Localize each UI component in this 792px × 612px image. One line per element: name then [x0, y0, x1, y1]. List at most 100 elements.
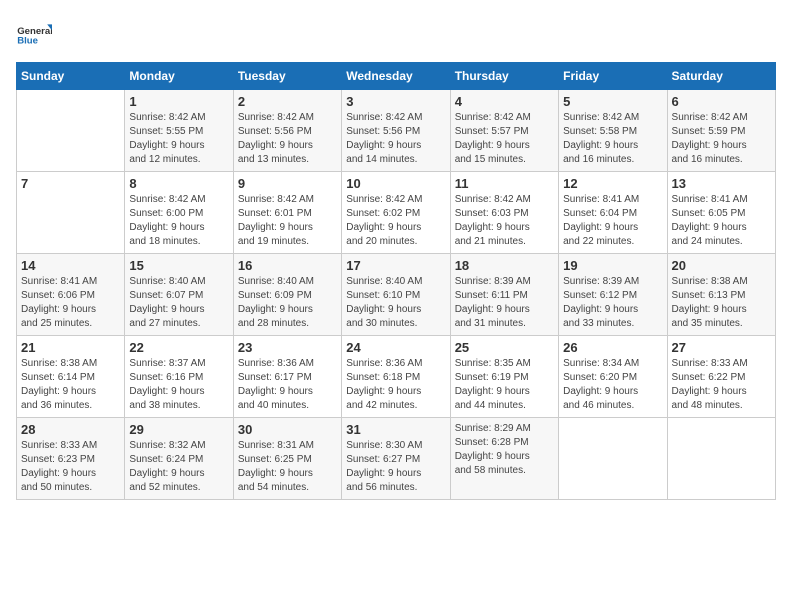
day-info: Sunrise: 8:38 AMSunset: 6:14 PMDaylight:… — [21, 357, 120, 413]
calendar-cell: 11 Sunrise: 8:42 AMSunset: 6:03 PMDayligh… — [450, 172, 558, 254]
day-header-friday: Friday — [559, 63, 667, 90]
day-number: 8 — [129, 176, 228, 191]
day-info: Sunrise: 8:42 AMSunset: 5:55 PMDaylight:… — [129, 111, 228, 167]
calendar-cell: 12 Sunrise: 8:41 AMSunset: 6:04 PMDayligh… — [559, 172, 667, 254]
calendar-body: 1 Sunrise: 8:42 AMSunset: 5:55 PMDaylight… — [17, 90, 776, 500]
calendar-cell: 13 Sunrise: 8:41 AMSunset: 6:05 PMDayligh… — [667, 172, 775, 254]
day-info: Sunrise: 8:42 AMSunset: 6:02 PMDaylight:… — [346, 193, 445, 249]
day-number: 9 — [238, 176, 337, 191]
day-info: Sunrise: 8:42 AMSunset: 6:01 PMDaylight:… — [238, 193, 337, 249]
day-number: 18 — [455, 258, 554, 273]
day-info: Sunrise: 8:36 AMSunset: 6:18 PMDaylight:… — [346, 357, 445, 413]
calendar-cell: 30 Sunrise: 8:31 AMSunset: 6:25 PMDayligh… — [233, 418, 341, 500]
calendar-cell: 5 Sunrise: 8:42 AMSunset: 5:58 PMDaylight… — [559, 90, 667, 172]
day-number: 22 — [129, 340, 228, 355]
day-info: Sunrise: 8:40 AMSunset: 6:07 PMDaylight:… — [129, 275, 228, 331]
calendar-cell: 1 Sunrise: 8:42 AMSunset: 5:55 PMDaylight… — [125, 90, 233, 172]
day-number: 13 — [672, 176, 771, 191]
calendar-cell: 26Sunrise: 8:34 AMSunset: 6:20 PMDayligh… — [559, 336, 667, 418]
day-number: 21 — [21, 340, 120, 355]
calendar-cell: 9 Sunrise: 8:42 AMSunset: 6:01 PMDaylight… — [233, 172, 341, 254]
calendar-cell: 15 Sunrise: 8:40 AMSunset: 6:07 PMDayligh… — [125, 254, 233, 336]
calendar-cell: Sunrise: 8:29 AMSunset: 6:28 PMDaylight:… — [450, 418, 558, 500]
day-number: 5 — [563, 94, 662, 109]
calendar-header-row: SundayMondayTuesdayWednesdayThursdayFrid… — [17, 63, 776, 90]
page-header: General Blue — [16, 16, 776, 52]
day-header-thursday: Thursday — [450, 63, 558, 90]
calendar-cell: 31 Sunrise: 8:30 AMSunset: 6:27 PMDayligh… — [342, 418, 450, 500]
day-header-tuesday: Tuesday — [233, 63, 341, 90]
day-number: 1 — [129, 94, 228, 109]
day-number: 19 — [563, 258, 662, 273]
day-info: Sunrise: 8:30 AMSunset: 6:27 PMDaylight:… — [346, 439, 445, 495]
calendar-week-1: 1 Sunrise: 8:42 AMSunset: 5:55 PMDaylight… — [17, 90, 776, 172]
calendar-table: SundayMondayTuesdayWednesdayThursdayFrid… — [16, 62, 776, 500]
day-header-saturday: Saturday — [667, 63, 775, 90]
calendar-cell: 23Sunrise: 8:36 AMSunset: 6:17 PMDayligh… — [233, 336, 341, 418]
calendar-cell: 8 Sunrise: 8:42 AMSunset: 6:00 PMDaylight… — [125, 172, 233, 254]
day-info: Sunrise: 8:29 AMSunset: 6:28 PMDaylight:… — [455, 422, 554, 478]
calendar-cell: 27 Sunrise: 8:33 AMSunset: 6:22 PMDayligh… — [667, 336, 775, 418]
day-number: 6 — [672, 94, 771, 109]
day-info: Sunrise: 8:39 AMSunset: 6:12 PMDaylight:… — [563, 275, 662, 331]
day-number: 15 — [129, 258, 228, 273]
day-info: Sunrise: 8:42 AMSunset: 5:59 PMDaylight:… — [672, 111, 771, 167]
day-info: Sunrise: 8:41 AMSunset: 6:05 PMDaylight:… — [672, 193, 771, 249]
day-number: 24 — [346, 340, 445, 355]
calendar-cell — [667, 418, 775, 500]
day-info: Sunrise: 8:42 AMSunset: 5:58 PMDaylight:… — [563, 111, 662, 167]
day-number: 20 — [672, 258, 771, 273]
day-info: Sunrise: 8:35 AMSunset: 6:19 PMDaylight:… — [455, 357, 554, 413]
day-number: 3 — [346, 94, 445, 109]
day-info: Sunrise: 8:42 AMSunset: 6:03 PMDaylight:… — [455, 193, 554, 249]
calendar-cell: 21 Sunrise: 8:38 AMSunset: 6:14 PMDayligh… — [17, 336, 125, 418]
day-info: Sunrise: 8:39 AMSunset: 6:11 PMDaylight:… — [455, 275, 554, 331]
day-number: 14 — [21, 258, 120, 273]
calendar-cell: 16 Sunrise: 8:40 AMSunset: 6:09 PMDayligh… — [233, 254, 341, 336]
day-number: 25 — [455, 340, 554, 355]
day-number: 23 — [238, 340, 337, 355]
day-info: Sunrise: 8:33 AMSunset: 6:22 PMDaylight:… — [672, 357, 771, 413]
day-number: 4 — [455, 94, 554, 109]
logo: General Blue — [16, 16, 52, 52]
calendar-cell: 24 Sunrise: 8:36 AMSunset: 6:18 PMDayligh… — [342, 336, 450, 418]
day-info: Sunrise: 8:42 AMSunset: 6:00 PMDaylight:… — [129, 193, 228, 249]
calendar-cell: 14 Sunrise: 8:41 AMSunset: 6:06 PMDayligh… — [17, 254, 125, 336]
calendar-cell: 17Sunrise: 8:40 AMSunset: 6:10 PMDayligh… — [342, 254, 450, 336]
day-number: 12 — [563, 176, 662, 191]
calendar-cell: 22Sunrise: 8:37 AMSunset: 6:16 PMDayligh… — [125, 336, 233, 418]
day-number: 11 — [455, 176, 554, 191]
day-info: Sunrise: 8:41 AMSunset: 6:06 PMDaylight:… — [21, 275, 120, 331]
day-info: Sunrise: 8:41 AMSunset: 6:04 PMDaylight:… — [563, 193, 662, 249]
day-number: 30 — [238, 422, 337, 437]
day-info: Sunrise: 8:42 AMSunset: 5:56 PMDaylight:… — [238, 111, 337, 167]
calendar-cell: 20 Sunrise: 8:38 AMSunset: 6:13 PMDayligh… — [667, 254, 775, 336]
day-header-wednesday: Wednesday — [342, 63, 450, 90]
calendar-week-3: 14 Sunrise: 8:41 AMSunset: 6:06 PMDayligh… — [17, 254, 776, 336]
day-number: 27 — [672, 340, 771, 355]
day-number: 7 — [21, 176, 120, 191]
calendar-cell — [17, 90, 125, 172]
day-number: 28 — [21, 422, 120, 437]
day-info: Sunrise: 8:33 AMSunset: 6:23 PMDaylight:… — [21, 439, 120, 495]
calendar-week-2: 78 Sunrise: 8:42 AMSunset: 6:00 PMDayligh… — [17, 172, 776, 254]
day-info: Sunrise: 8:42 AMSunset: 5:57 PMDaylight:… — [455, 111, 554, 167]
day-number: 17 — [346, 258, 445, 273]
calendar-cell: 19 Sunrise: 8:39 AMSunset: 6:12 PMDayligh… — [559, 254, 667, 336]
calendar-week-4: 21 Sunrise: 8:38 AMSunset: 6:14 PMDayligh… — [17, 336, 776, 418]
day-info: Sunrise: 8:40 AMSunset: 6:09 PMDaylight:… — [238, 275, 337, 331]
day-number: 16 — [238, 258, 337, 273]
calendar-cell: 3 Sunrise: 8:42 AMSunset: 5:56 PMDaylight… — [342, 90, 450, 172]
svg-text:Blue: Blue — [17, 36, 38, 47]
calendar-cell: 2Sunrise: 8:42 AMSunset: 5:56 PMDaylight… — [233, 90, 341, 172]
day-number: 29 — [129, 422, 228, 437]
calendar-cell: 10Sunrise: 8:42 AMSunset: 6:02 PMDayligh… — [342, 172, 450, 254]
day-number: 31 — [346, 422, 445, 437]
day-number: 26 — [563, 340, 662, 355]
calendar-week-5: 28 Sunrise: 8:33 AMSunset: 6:23 PMDayligh… — [17, 418, 776, 500]
day-info: Sunrise: 8:42 AMSunset: 5:56 PMDaylight:… — [346, 111, 445, 167]
calendar-cell: 29Sunrise: 8:32 AMSunset: 6:24 PMDayligh… — [125, 418, 233, 500]
day-info: Sunrise: 8:31 AMSunset: 6:25 PMDaylight:… — [238, 439, 337, 495]
day-info: Sunrise: 8:38 AMSunset: 6:13 PMDaylight:… — [672, 275, 771, 331]
logo-icon: General Blue — [16, 16, 52, 52]
